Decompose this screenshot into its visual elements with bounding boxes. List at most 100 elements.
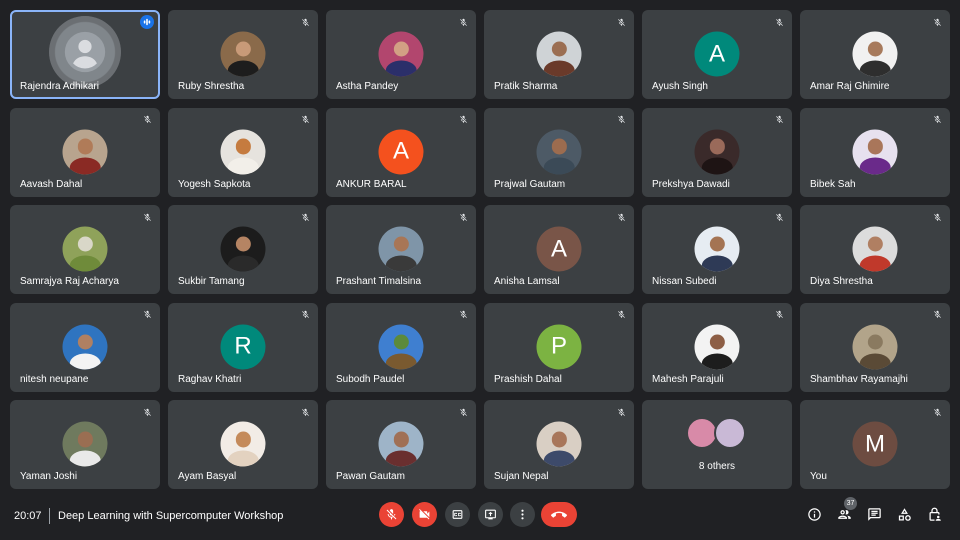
info-icon (807, 507, 821, 521)
participant-tile[interactable]: Yaman Joshi (10, 400, 160, 490)
participant-tile[interactable]: Pawan Gautam (326, 400, 476, 490)
profile-photo (378, 31, 424, 77)
participant-name: Mahesh Parajuli (652, 373, 724, 385)
participant-tile[interactable]: nitesh neupane (10, 302, 160, 392)
bottom-toolbar: 20:07 Deep Learning with Supercomputer W… (0, 496, 960, 540)
participant-name: Prekshya Dawadi (652, 178, 730, 190)
camera-off-icon (419, 509, 430, 520)
muted-mic-icon (456, 308, 470, 322)
participant-tile[interactable]: Prajwal Gautam (484, 107, 634, 197)
profile-photo (378, 421, 424, 467)
meeting-clock: 20:07 (14, 510, 42, 522)
speaking-indicator-icon (140, 15, 154, 29)
profile-photo (536, 129, 582, 175)
leave-call-icon (551, 511, 567, 518)
participant-tile[interactable]: Prashant Timalsina (326, 205, 476, 295)
participant-tile[interactable]: Aavash Dahal (10, 107, 160, 197)
participant-tile[interactable]: 8 others (642, 400, 792, 490)
participant-name: Sujan Nepal (494, 471, 549, 483)
captions-icon (452, 510, 463, 519)
more-options-icon (521, 509, 524, 520)
muted-mic-icon (930, 15, 944, 29)
participant-tile[interactable]: Shambhav Rayamajhi (800, 302, 950, 392)
others-count-label: 8 others (698, 461, 736, 473)
participant-name: Prajwal Gautam (494, 178, 566, 190)
participant-name: Prashant Timalsina (336, 276, 422, 288)
initial-avatar: A (536, 226, 582, 272)
profile-photo (378, 226, 424, 272)
activities-button[interactable] (895, 505, 913, 523)
chat-button[interactable] (865, 505, 883, 523)
participant-tile[interactable]: Bibek Sah (800, 107, 950, 197)
participant-name: Shambhav Rayamajhi (810, 373, 908, 385)
participant-tile[interactable]: P Prashish Dahal (484, 302, 634, 392)
participant-name: ANKUR BARAL (336, 178, 407, 190)
present-screen-button[interactable] (478, 502, 503, 527)
participant-name: Ayam Basyal (178, 471, 237, 483)
host-controls-button[interactable] (925, 505, 943, 523)
profile-photo (62, 324, 108, 370)
muted-mic-icon (930, 308, 944, 322)
participant-name: Diya Shrestha (810, 276, 873, 288)
activities-icon (898, 507, 911, 521)
profile-photo (220, 31, 266, 77)
participant-tile[interactable]: A ANKUR BARAL (326, 107, 476, 197)
meeting-title: Deep Learning with Supercomputer Worksho… (58, 510, 284, 522)
muted-mic-icon (298, 15, 312, 29)
participant-tile[interactable]: Sujan Nepal (484, 400, 634, 490)
participant-tile[interactable]: Mahesh Parajuli (642, 302, 792, 392)
muted-mic-icon (772, 308, 786, 322)
profile-photo (220, 129, 266, 175)
participant-tile[interactable]: Prekshya Dawadi (642, 107, 792, 197)
meeting-details-button[interactable] (805, 505, 823, 523)
muted-mic-icon (298, 113, 312, 127)
muted-mic-icon (930, 405, 944, 419)
participant-tile[interactable]: R Raghav Khatri (168, 302, 318, 392)
more-options-button[interactable] (510, 502, 535, 527)
participant-name: Anisha Lamsal (494, 276, 560, 288)
participant-tile[interactable]: Subodh Paudel (326, 302, 476, 392)
lock-person-icon (929, 507, 941, 521)
participant-tile[interactable]: Yogesh Sapkota (168, 107, 318, 197)
muted-mic-icon (456, 405, 470, 419)
muted-mic-icon (298, 405, 312, 419)
participant-name: Bibek Sah (810, 178, 856, 190)
muted-mic-icon (298, 210, 312, 224)
participant-tile[interactable]: A Anisha Lamsal (484, 205, 634, 295)
captions-button[interactable] (445, 502, 470, 527)
participant-tile[interactable]: Astha Pandey (326, 10, 476, 99)
participant-name: Aavash Dahal (20, 178, 83, 190)
participant-tile[interactable]: A Ayush Singh (642, 10, 792, 99)
participant-tile[interactable]: Ruby Shrestha (168, 10, 318, 99)
others-avatars (686, 417, 748, 450)
participant-avatar (714, 417, 746, 450)
initial-avatar: A (694, 31, 740, 77)
participant-tile[interactable]: Sukbir Tamang (168, 205, 318, 295)
profile-photo (852, 129, 898, 175)
muted-mic-icon (456, 15, 470, 29)
participant-name: Ruby Shrestha (178, 81, 245, 92)
camera-toggle-button[interactable] (412, 502, 437, 527)
mic-toggle-button[interactable] (379, 502, 404, 527)
initial-avatar: A (378, 129, 424, 175)
profile-photo (852, 226, 898, 272)
participant-tile[interactable]: Diya Shrestha (800, 205, 950, 295)
participant-tile[interactable]: Ayam Basyal (168, 400, 318, 490)
participant-tile[interactable]: Amar Raj Ghimire (800, 10, 950, 99)
profile-photo (62, 226, 108, 272)
participant-tile[interactable]: Rajendra Adhikari (10, 10, 160, 99)
muted-mic-icon (772, 210, 786, 224)
profile-photo (694, 324, 740, 370)
participant-tile[interactable]: Pratik Sharma (484, 10, 634, 99)
participant-name: Raghav Khatri (178, 373, 242, 385)
participant-tile[interactable]: Samrajya Raj Acharya (10, 205, 160, 295)
muted-mic-icon (614, 15, 628, 29)
participant-name: You (810, 471, 827, 483)
leave-call-button[interactable] (541, 502, 577, 527)
profile-photo (62, 421, 108, 467)
muted-mic-icon (614, 113, 628, 127)
participant-tile[interactable]: M You (800, 400, 950, 490)
initial-avatar: R (220, 324, 266, 370)
participant-tile[interactable]: Nissan Subedi (642, 205, 792, 295)
muted-mic-icon (456, 113, 470, 127)
